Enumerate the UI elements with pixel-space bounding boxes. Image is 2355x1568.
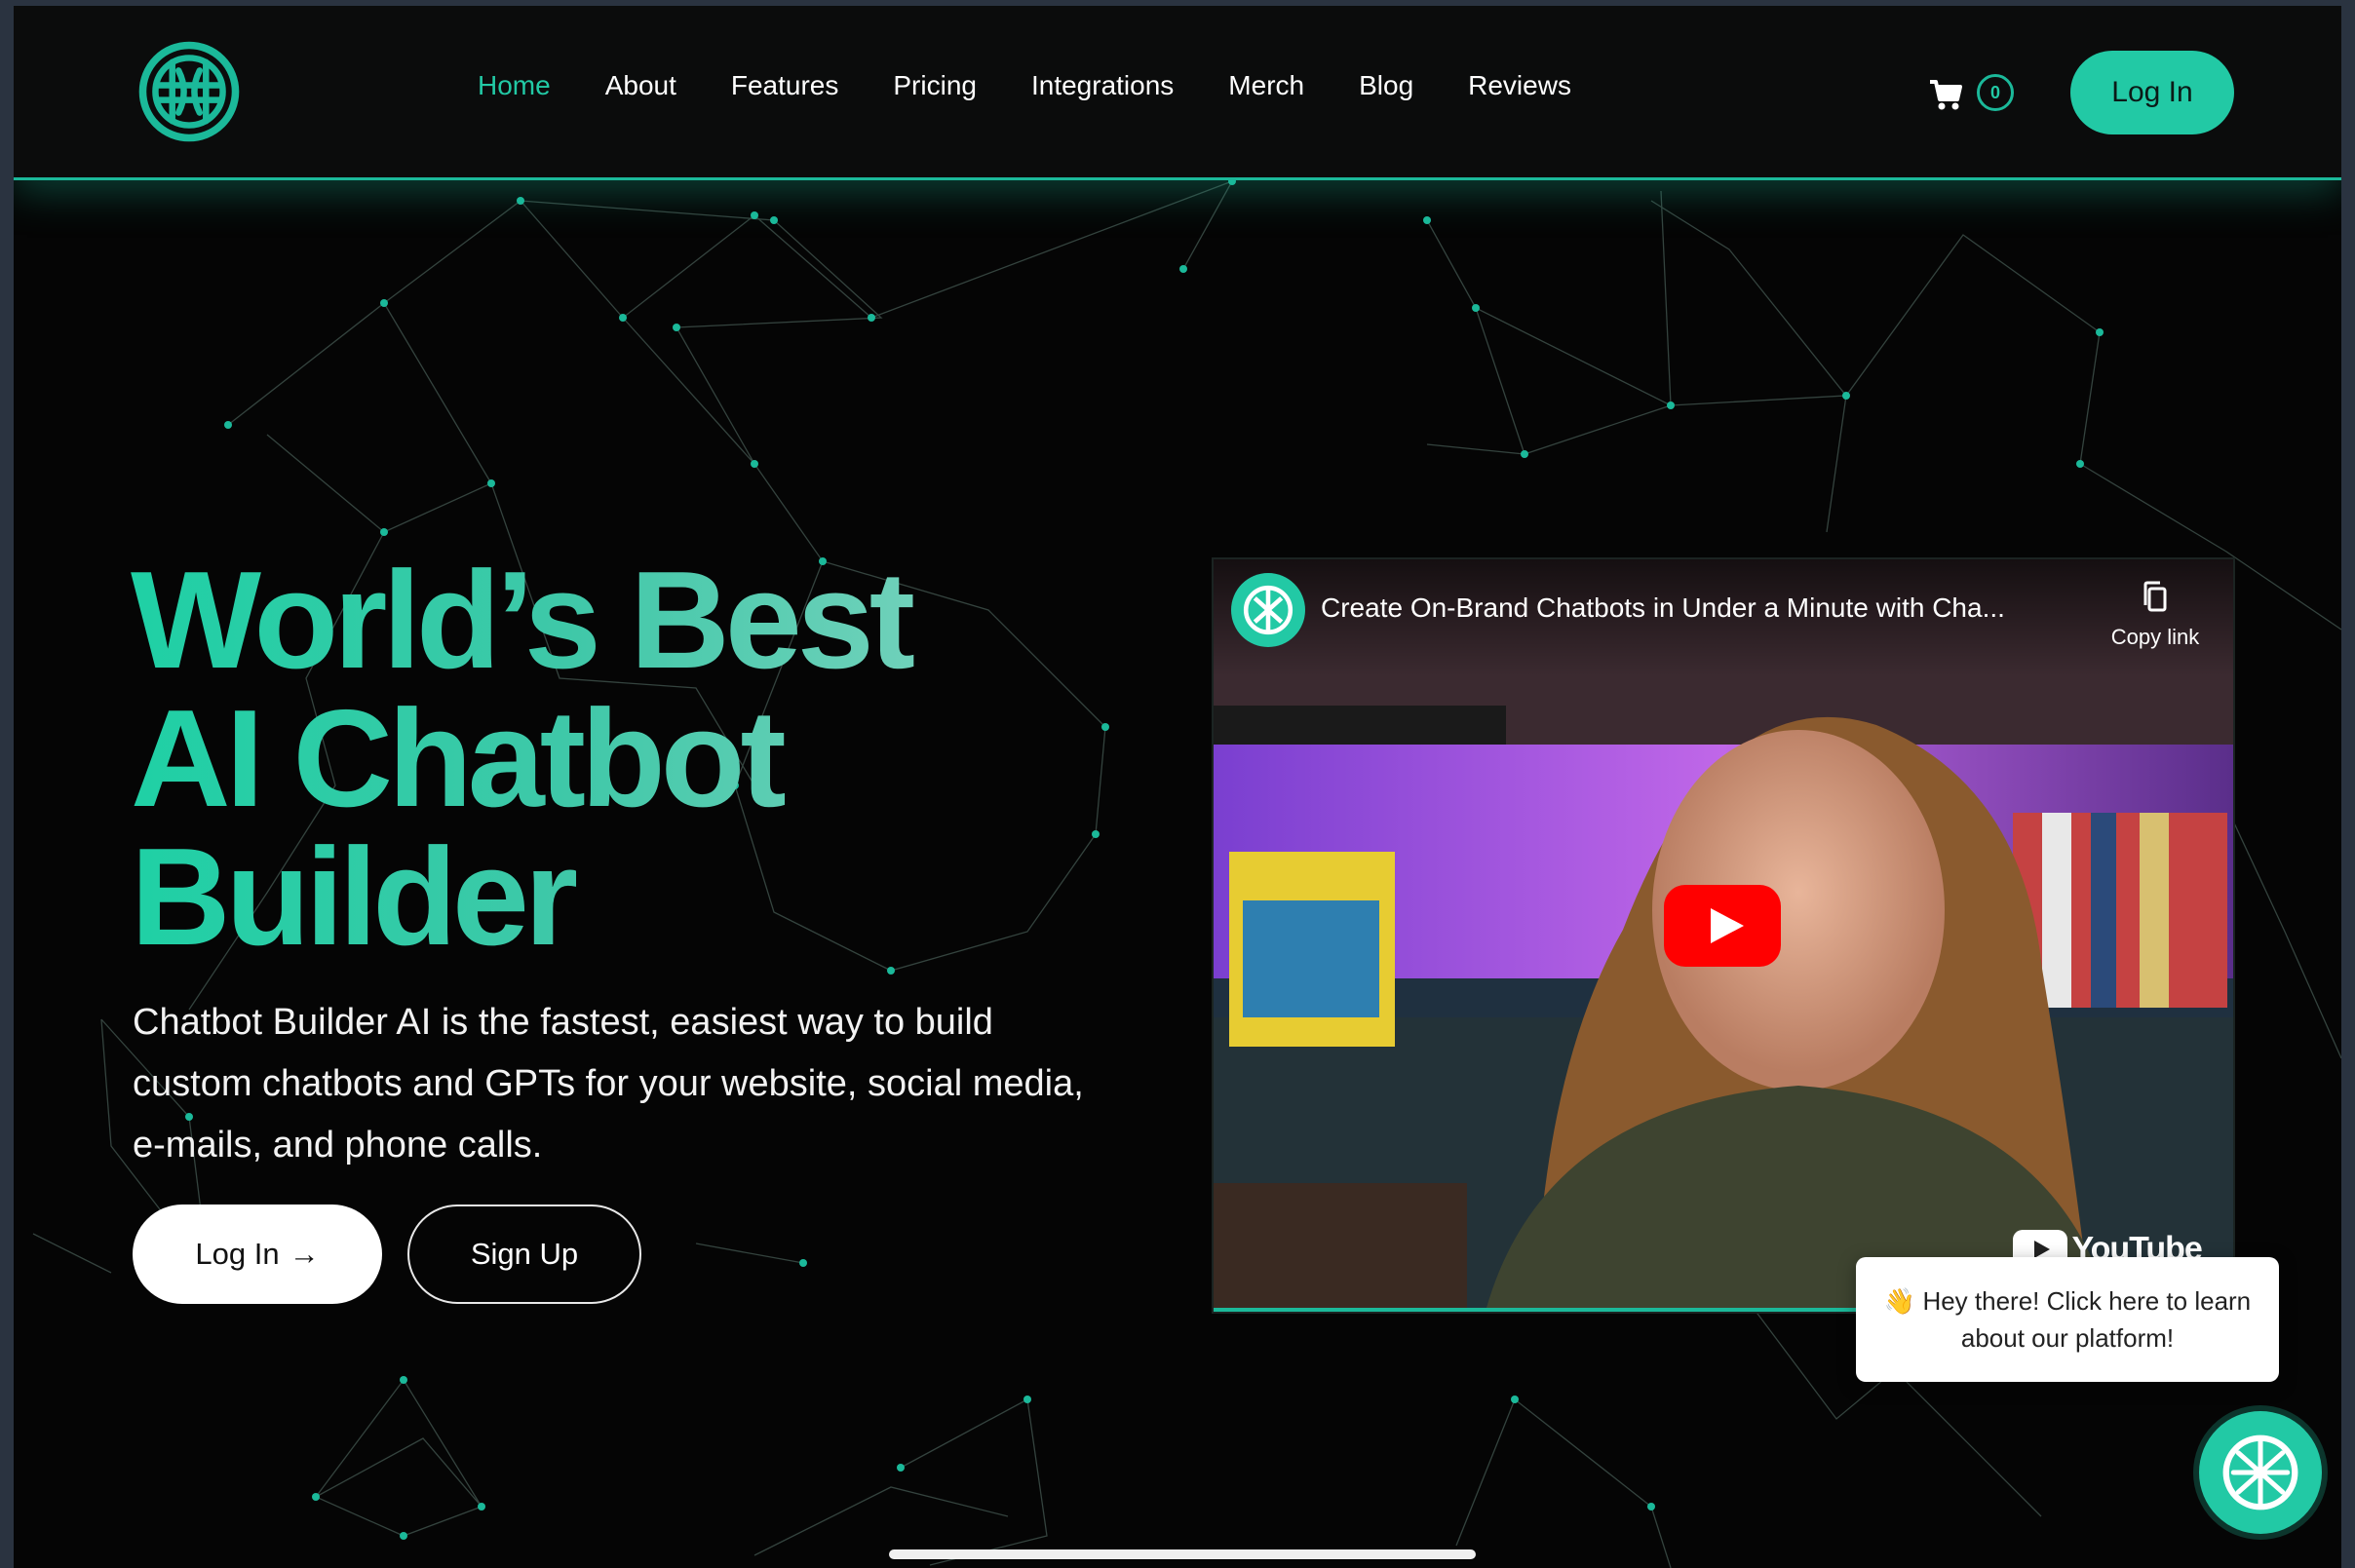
channel-avatar[interactable]	[1231, 573, 1305, 647]
nav-merch[interactable]: Merch	[1228, 68, 1304, 103]
youtube-play-icon[interactable]	[1664, 885, 1781, 967]
hero-title-line: World’s Best	[131, 543, 911, 698]
copy-icon	[2143, 581, 2167, 612]
chat-welcome-popup[interactable]: 👋 Hey there! Click here to learn about o…	[1856, 1257, 2279, 1382]
nav-about[interactable]: About	[605, 68, 676, 103]
nav-pricing[interactable]: Pricing	[893, 68, 977, 103]
main-nav: Home About Features Pricing Integrations…	[478, 68, 1571, 103]
header-login-button[interactable]: Log In	[2070, 51, 2234, 134]
chat-logo-icon	[1243, 585, 1293, 635]
hero-title-line: Builder	[131, 820, 574, 975]
hero-title-line: AI Chatbot	[131, 681, 782, 836]
nav-home[interactable]: Home	[478, 68, 551, 103]
video-embed[interactable]: Create On-Brand Chatbots in Under a Minu…	[1214, 559, 2233, 1312]
nav-reviews[interactable]: Reviews	[1468, 68, 1571, 103]
nav-integrations[interactable]: Integrations	[1031, 68, 1174, 103]
home-indicator	[889, 1549, 1476, 1559]
hero-signup-button[interactable]: Sign Up	[407, 1205, 641, 1304]
chat-launcher-logo-icon	[2222, 1434, 2298, 1511]
copy-link-button[interactable]: Copy link	[2097, 581, 2214, 650]
chat-launcher-button[interactable]	[2199, 1411, 2322, 1534]
app-window: Home About Features Pricing Integrations…	[14, 6, 2341, 1568]
video-title[interactable]: Create On-Brand Chatbots in Under a Minu…	[1321, 593, 2081, 624]
site-header: Home About Features Pricing Integrations…	[14, 6, 2341, 180]
copy-link-label: Copy link	[2110, 625, 2200, 649]
hero-title: World’s Best AI Chatbot Builder	[131, 552, 1105, 967]
nav-blog[interactable]: Blog	[1359, 68, 1413, 103]
nav-features[interactable]: Features	[731, 68, 839, 103]
brand-knot-logo-icon[interactable]	[136, 39, 242, 144]
cart-count-badge[interactable]: 0	[1977, 74, 2014, 111]
chat-popup-text: 👋 Hey there! Click here to learn about o…	[1883, 1286, 2252, 1353]
hero-login-button[interactable]: Log In →	[133, 1205, 382, 1304]
hero-login-label: Log In	[195, 1237, 280, 1271]
arrow-right-icon: →	[289, 1237, 320, 1271]
shopping-cart-icon[interactable]	[1928, 76, 1963, 113]
hero-description: Chatbot Builder AI is the fastest, easie…	[133, 1002, 1084, 1166]
